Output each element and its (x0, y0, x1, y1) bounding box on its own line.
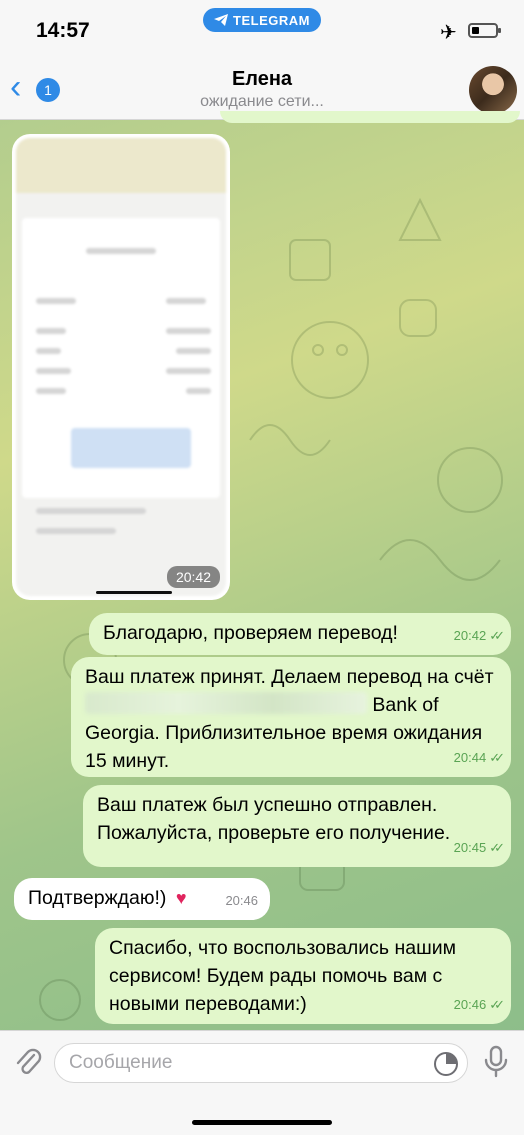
message-time: 20:42 (166, 566, 220, 588)
home-indicator (192, 1120, 332, 1125)
paper-plane-icon (214, 14, 229, 26)
avatar[interactable] (469, 66, 517, 114)
incoming-message[interactable]: Подтверждаю!) ♥ 20:46 (14, 878, 270, 920)
message-meta: 20:44 ✓✓ (453, 744, 505, 772)
message-time: 20:46 (453, 997, 487, 1012)
outgoing-message[interactable]: Ваш платеж принят. Делаем перевод на счё… (71, 657, 511, 777)
message-field[interactable] (54, 1043, 468, 1083)
blurred-screenshot-image (16, 138, 226, 596)
sticker-icon[interactable] (433, 1051, 459, 1077)
message-text: Ваш платеж принят. Делаем перевод на счё… (85, 666, 494, 688)
message-time: 20:46 (225, 893, 258, 908)
outgoing-message[interactable]: Спасибо, что воспользовались нашим серви… (95, 928, 511, 1024)
heart-reaction-icon[interactable]: ♥ (176, 888, 187, 908)
blurred-account-number (85, 692, 367, 714)
status-time: 14:57 (36, 19, 90, 42)
read-check-icon: ✓✓ (489, 750, 505, 765)
telegram-pill[interactable]: TELEGRAM (203, 8, 321, 32)
paperclip-icon[interactable] (14, 1045, 42, 1079)
read-check-icon: ✓✓ (489, 840, 505, 855)
message-time: 20:42 (453, 628, 487, 643)
chat-status: ожидание сети... (200, 93, 324, 110)
message-time: 20:45 (453, 840, 487, 855)
message-text: Спасибо, что воспользовались нашим серви… (109, 937, 457, 1015)
message-meta: 20:42 ✓✓ (453, 622, 505, 650)
battery-icon (468, 23, 501, 38)
previous-message-edge (220, 111, 520, 123)
message-text: Благодарю, проверяем перевод! (103, 622, 398, 644)
status-bar: 14:57 TELEGRAM ✈ (0, 0, 524, 62)
image-message[interactable]: 20:42 (12, 134, 230, 600)
message-meta: 20:45 ✓✓ (453, 834, 505, 862)
read-check-icon: ✓✓ (489, 628, 505, 643)
outgoing-message[interactable]: Ваш платеж был успешно отправлен. Пожалу… (83, 785, 511, 867)
message-time: 20:44 (453, 750, 487, 765)
read-check-icon: ✓✓ (489, 997, 505, 1012)
image-scroll-indicator (96, 591, 172, 594)
telegram-pill-label: TELEGRAM (233, 12, 310, 28)
message-text: Подтверждаю!) (28, 887, 167, 909)
airplane-icon: ✈ (440, 22, 457, 44)
message-meta: 20:46 ✓✓ (453, 991, 505, 1019)
outgoing-message[interactable]: Благодарю, проверяем перевод! 20:42 ✓✓ (89, 613, 511, 655)
message-meta: 20:46 (225, 887, 258, 915)
microphone-icon[interactable] (482, 1045, 510, 1079)
chat-title[interactable]: Елена (0, 68, 524, 91)
message-text: Ваш платеж был успешно отправлен. Пожалу… (97, 794, 451, 844)
message-input[interactable] (69, 1044, 429, 1082)
